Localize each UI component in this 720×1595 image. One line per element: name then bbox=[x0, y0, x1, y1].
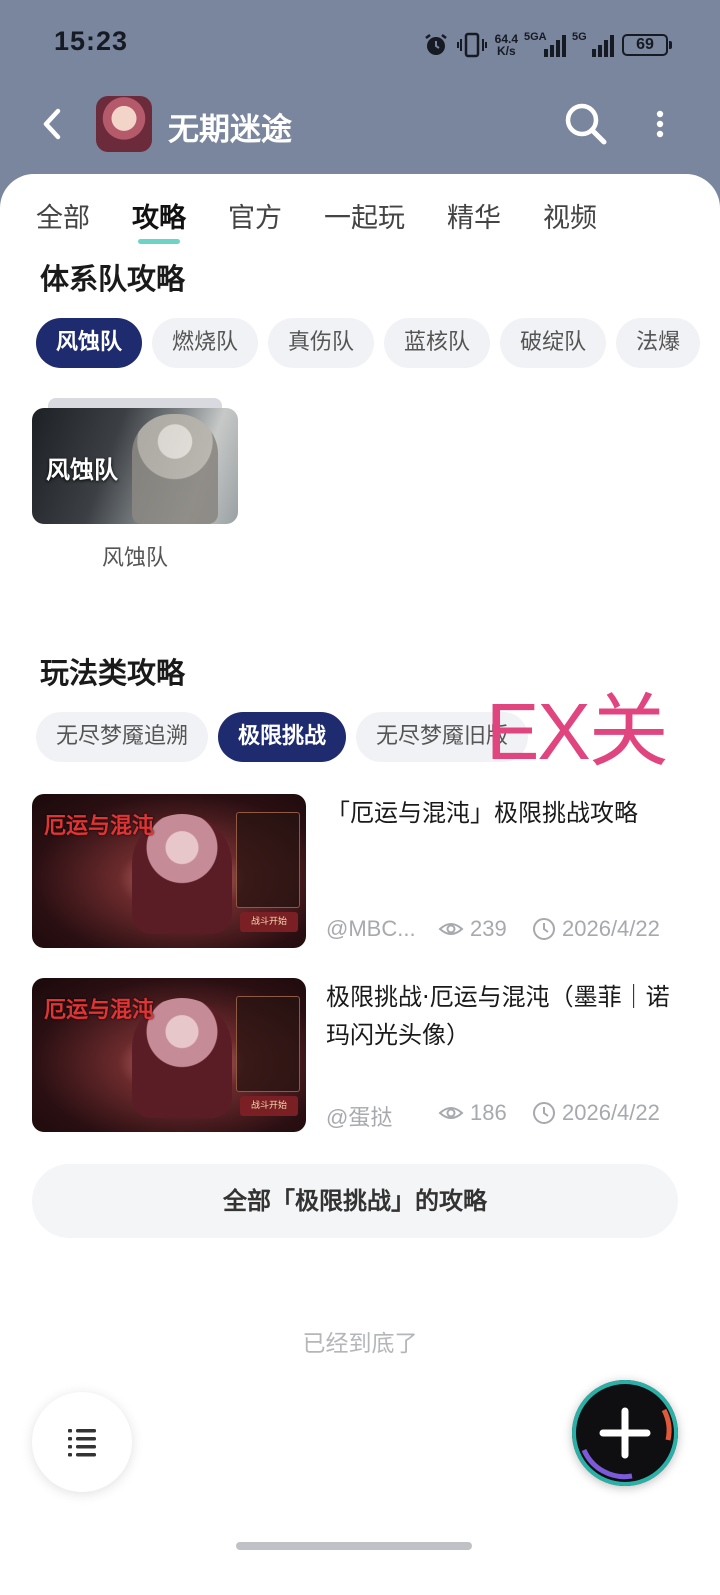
battery-level: 69 bbox=[636, 36, 654, 53]
status-icons: 64.4 K/s 5GA 5G 69 bbox=[423, 28, 672, 62]
plus-icon bbox=[581, 1407, 672, 1480]
eye-icon bbox=[438, 923, 464, 935]
signal-5ga-icon: 5GA bbox=[524, 31, 566, 57]
post-item[interactable]: 厄运与混沌 战斗开始 「厄运与混沌」极限挑战攻略 @MBC... 239 202… bbox=[32, 794, 682, 950]
end-of-list-text: 已经到底了 bbox=[302, 1331, 418, 1357]
thumb-panel bbox=[236, 996, 300, 1092]
section-title-system: 体系队攻略 bbox=[40, 262, 186, 296]
status-bar: 15:23 64.4 K/s 5GA 5G 69 bbox=[0, 0, 720, 90]
tab-video[interactable]: 视频 bbox=[543, 196, 597, 240]
thumb-panel bbox=[236, 812, 300, 908]
date-text: 2026/4/22 bbox=[562, 1100, 660, 1125]
thumb-title: 厄运与混沌 bbox=[44, 997, 155, 1023]
create-post-button[interactable] bbox=[572, 1380, 678, 1486]
team-card-label[interactable]: 风蚀队 bbox=[32, 540, 238, 572]
content-sheet: 全部 攻略 官方 一起玩 精华 视频 体系队攻略 风蚀队 燃烧队 真伤队 蓝核队… bbox=[0, 174, 720, 1595]
post-title: 「厄运与混沌」极限挑战攻略 bbox=[326, 799, 638, 827]
post-title: 极限挑战·厄运与混沌（墨菲｜诺玛闪光头像） bbox=[326, 983, 670, 1049]
thumb-title: 厄运与混沌 bbox=[44, 813, 155, 839]
post-thumbnail: 厄运与混沌 战斗开始 bbox=[32, 978, 306, 1132]
thumb-start-label: 战斗开始 bbox=[240, 1096, 298, 1116]
tab-official[interactable]: 官方 bbox=[228, 196, 282, 240]
clock-icon bbox=[533, 918, 555, 940]
post-author[interactable]: @MBC... bbox=[326, 916, 418, 942]
chip-magic-burst[interactable]: 法爆 bbox=[616, 318, 701, 368]
tab-all[interactable]: 全部 bbox=[36, 196, 90, 240]
search-button[interactable] bbox=[562, 100, 610, 148]
more-vertical-icon bbox=[656, 110, 664, 138]
back-button[interactable] bbox=[36, 106, 72, 142]
alarm-icon bbox=[424, 34, 447, 55]
eye-icon bbox=[438, 1107, 464, 1119]
post-views: 186 bbox=[438, 1100, 507, 1126]
date-text: 2026/4/22 bbox=[562, 916, 660, 941]
signal-label: 5GA bbox=[524, 31, 547, 43]
chip-burn[interactable]: 燃烧队 bbox=[152, 318, 259, 368]
list-menu-button[interactable] bbox=[32, 1392, 132, 1492]
views-count: 239 bbox=[470, 916, 507, 941]
signal-label: 5G bbox=[572, 31, 587, 43]
team-card-image: 风蚀队 bbox=[32, 408, 238, 524]
list-icon bbox=[68, 1429, 96, 1457]
tab-bar: 全部 攻略 官方 一起玩 精华 视频 bbox=[36, 196, 639, 244]
chevron-left-icon bbox=[43, 108, 61, 140]
thumb-start-label: 战斗开始 bbox=[240, 912, 298, 932]
chip-true-damage[interactable]: 真伤队 bbox=[268, 318, 375, 368]
battery-icon: 69 bbox=[622, 34, 672, 56]
signal-5g-icon: 5G bbox=[572, 31, 614, 57]
post-date: 2026/4/22 bbox=[532, 1100, 660, 1126]
tab-featured[interactable]: 精华 bbox=[447, 196, 501, 240]
home-indicator bbox=[236, 1542, 472, 1550]
team-card-caption: 风蚀队 bbox=[46, 455, 118, 484]
handwritten-annotation: EX关 bbox=[486, 687, 669, 776]
tab-guides[interactable]: 攻略 bbox=[132, 196, 186, 244]
chip-flaw[interactable]: 破绽队 bbox=[500, 318, 607, 368]
app-avatar[interactable] bbox=[96, 96, 152, 152]
vibrate-icon bbox=[456, 32, 487, 58]
app-header: 无期迷途 bbox=[0, 90, 720, 174]
net-speed: 64.4 K/s bbox=[495, 33, 518, 57]
chip-endless-trace[interactable]: 无尽梦魇追溯 bbox=[36, 712, 209, 762]
all-extreme-guides-button[interactable]: 全部「极限挑战」的攻略 bbox=[32, 1164, 678, 1238]
views-count: 186 bbox=[470, 1100, 507, 1125]
post-thumbnail: 厄运与混沌 战斗开始 bbox=[32, 794, 306, 948]
chip-blue-core[interactable]: 蓝核队 bbox=[384, 318, 491, 368]
post-item[interactable]: 厄运与混沌 战斗开始 极限挑战·厄运与混沌（墨菲｜诺玛闪光头像） @蛋挞 186… bbox=[32, 978, 682, 1134]
clock-icon bbox=[533, 1102, 555, 1124]
post-author[interactable]: @蛋挞 bbox=[326, 1100, 418, 1132]
net-speed-unit: K/s bbox=[496, 44, 516, 58]
character-art bbox=[132, 414, 218, 524]
post-views: 239 bbox=[438, 916, 507, 942]
post-meta: @蛋挞 186 2026/4/22 bbox=[326, 1100, 678, 1130]
more-button[interactable] bbox=[652, 104, 668, 144]
post-meta: @MBC... 239 2026/4/22 bbox=[326, 916, 678, 946]
chip-wind[interactable]: 风蚀队 bbox=[36, 318, 143, 368]
status-time: 15:23 bbox=[54, 26, 129, 56]
post-date: 2026/4/22 bbox=[532, 916, 660, 942]
chip-extreme-challenge[interactable]: 极限挑战 bbox=[218, 712, 347, 762]
search-icon bbox=[565, 103, 607, 145]
section-title-play: 玩法类攻略 bbox=[40, 656, 186, 690]
page-title: 无期迷途 bbox=[168, 112, 292, 148]
system-chip-row: 风蚀队 燃烧队 真伤队 蓝核队 破绽队 法爆 bbox=[36, 318, 704, 368]
tab-play-together[interactable]: 一起玩 bbox=[324, 196, 405, 240]
team-card[interactable]: 风蚀队 bbox=[32, 398, 238, 526]
